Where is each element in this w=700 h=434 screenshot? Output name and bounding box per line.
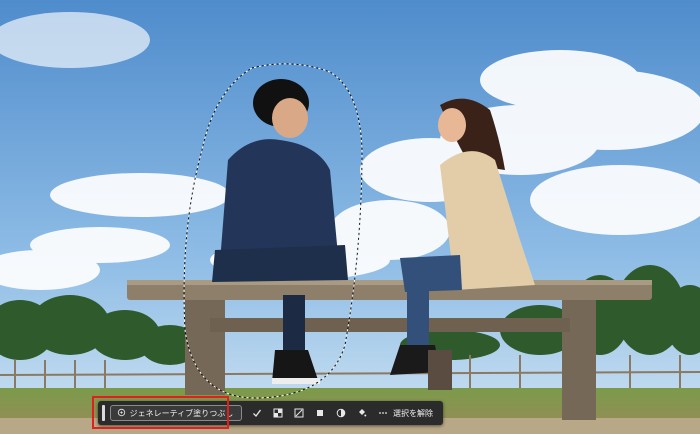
deselect-button[interactable]: 選択を解除 xyxy=(393,408,433,419)
generative-fill-label: ジェネレーティブ塗りつぶし xyxy=(129,408,234,418)
bucket-button[interactable] xyxy=(351,401,372,425)
transform-button[interactable] xyxy=(288,401,309,425)
contrast-button[interactable] xyxy=(330,401,351,425)
checkmark-icon xyxy=(252,409,261,417)
contrast-icon xyxy=(336,408,345,418)
generative-fill-icon xyxy=(117,408,126,419)
transform-icon xyxy=(294,408,304,418)
checkmark-button[interactable] xyxy=(246,401,267,425)
square-button[interactable] xyxy=(309,401,330,425)
photo-canvas[interactable] xyxy=(0,0,700,434)
generative-fill-button[interactable]: ジェネレーティブ塗りつぶし xyxy=(109,405,243,421)
more-button[interactable] xyxy=(372,401,393,425)
contextual-task-bar: ジェネレーティブ塗りつぶし 選択を解除 xyxy=(98,401,443,425)
mask-icon xyxy=(273,408,283,418)
square-icon xyxy=(316,410,323,416)
mask-button[interactable] xyxy=(267,401,288,425)
more-icon xyxy=(378,412,387,414)
drag-handle[interactable] xyxy=(102,405,105,421)
bucket-icon xyxy=(358,409,366,417)
